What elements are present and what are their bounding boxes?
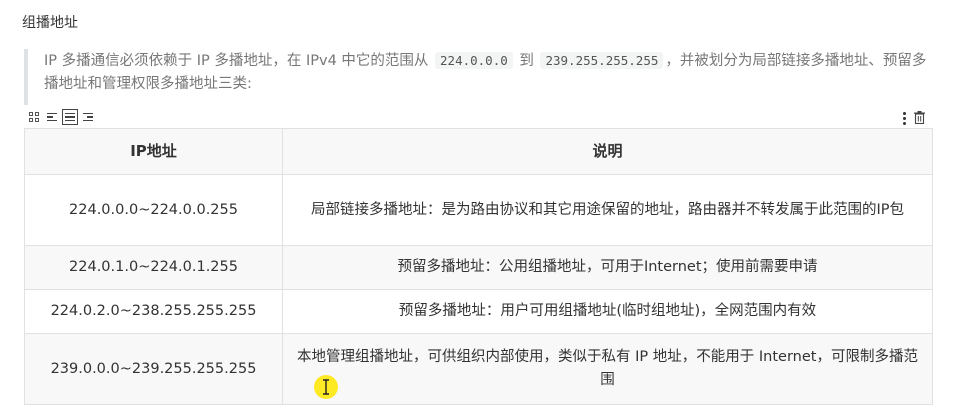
cell-ip-range[interactable]: 239.0.0.0~239.255.255.255 [24,333,283,405]
table-row: 224.0.2.0~238.255.255.255 预留多播地址：用户可用组播地… [24,289,933,334]
table-header-row: IP地址 说明 [24,128,933,175]
cell-description[interactable]: 预留多播地址：用户可用组播地址(临时组地址)，全网范围内有效 [282,289,933,334]
text-cursor-icon [314,375,338,399]
header-ip-address[interactable]: IP地址 [24,128,283,175]
quote-text-mid: 到 [519,53,534,69]
cell-description[interactable]: 预留多播地址：公用组播地址，可用于Internet；使用前需要申请 [282,245,933,290]
table-toolbar [26,109,96,125]
table-toolbar-right [902,109,925,128]
table-row: 239.0.0.0~239.255.255.255 本地管理组播地址，可供组织内… [24,333,933,405]
cell-ip-range[interactable]: 224.0.2.0~238.255.255.255 [24,289,283,334]
inline-code-range-end: 239.255.255.255 [540,52,664,69]
header-description[interactable]: 说明 [282,128,933,175]
cell-ip-range[interactable]: 224.0.1.0~224.0.1.255 [24,245,283,290]
cell-ip-range[interactable]: 224.0.0.0~224.0.0.255 [24,174,283,246]
multicast-table: IP地址 说明 224.0.0.0~224.0.0.255 局部链接多播地址：是… [24,128,933,405]
cell-description[interactable]: 局部链接多播地址：是为路由协议和其它用途保留的地址，路由器并不转发属于此范围的I… [282,174,933,246]
align-left-icon[interactable] [44,109,60,125]
inline-code-range-start: 224.0.0.0 [435,52,513,69]
section-heading: 组播地址 [22,15,78,31]
more-icon[interactable] [902,112,906,125]
quote-text-before: IP 多播通信必须依赖于 IP 多播地址，在 IPv4 中它的范围从 [44,53,429,69]
align-right-icon[interactable] [80,109,96,125]
trash-icon[interactable] [914,109,925,128]
align-center-icon[interactable] [62,109,78,125]
table-row: 224.0.1.0~224.0.1.255 预留多播地址：公用组播地址，可用于I… [24,245,933,290]
grid-icon[interactable] [26,109,42,125]
cell-description[interactable]: 本地管理组播地址，可供组织内部使用，类似于私有 IP 地址，不能用于 Inter… [282,333,933,405]
blockquote: IP 多播通信必须依赖于 IP 多播地址，在 IPv4 中它的范围从 224.0… [24,49,934,105]
table-row: 224.0.0.0~224.0.0.255 局部链接多播地址：是为路由协议和其它… [24,174,933,246]
